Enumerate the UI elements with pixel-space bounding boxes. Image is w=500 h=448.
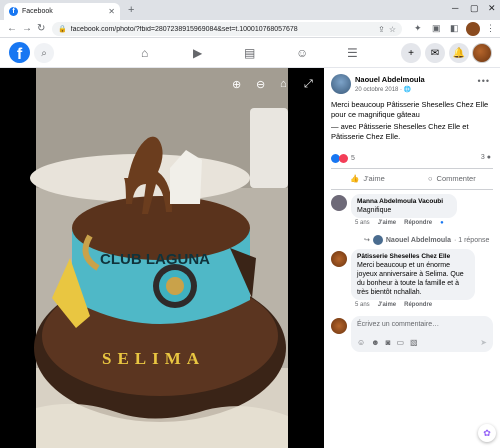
extensions-icon[interactable]: ✦ [414,23,422,34]
browser-menu-icon[interactable]: ⋮ [486,23,495,34]
post-date[interactable]: 20 octobre 2018 · 🌐 [355,86,411,93]
cake-text-selima: SELIMA [102,349,205,368]
close-window-icon[interactable]: ✕ [488,3,496,14]
caption-line-1: Merci beaucoup Pâtisserie Sheselles Chez… [331,100,489,119]
comment-bubble-icon: ● [486,154,491,161]
post-caption: Merci beaucoup Pâtisserie Sheselles Chez… [331,100,491,144]
create-button[interactable]: + [401,43,421,63]
notifications-icon[interactable]: 🔔 [449,43,469,63]
public-icon: 🌐 [403,87,412,93]
comment-count[interactable]: 3 ● [481,154,491,161]
sticker-icon[interactable]: ▧ [410,338,418,347]
send-icon[interactable]: ➤ [480,338,487,347]
account-avatar[interactable] [472,43,492,63]
comment-icon: ○ [428,174,433,183]
comment-input[interactable]: Écrivez un commentaire… [357,321,439,328]
comment-bubble: Manna Abdelmoula Vacoubi Magnifique [351,194,457,218]
browser-profile-avatar[interactable] [466,22,480,36]
author-avatar[interactable] [331,74,351,94]
marketplace-icon[interactable]: ▤ [244,46,255,60]
messenger-icon[interactable]: ✉ [425,43,445,63]
address-bar-row: ← → ↻ 🔒 facebook.com/photo/?fbid=2807238… [0,20,500,38]
reaction-count: 5 [351,155,355,162]
reply-arrow-icon: ↪ [364,237,370,244]
facebook-favicon-icon: f [9,7,18,16]
comment-text: Magnifique [357,207,392,214]
comment-reply-link[interactable]: Répondre [404,220,432,226]
thumbs-up-icon: 👍 [350,174,360,183]
sidebar-icon[interactable]: ▣ [432,23,441,34]
home-icon[interactable]: ⌂ [141,46,148,60]
comment-composer[interactable]: Écrivez un commentaire… ☺ ☻ ◙ ▭ ▧ ➤ [351,316,493,352]
share-icon[interactable]: ⇪ [378,25,385,34]
commenter-avatar[interactable] [331,251,347,267]
url-text[interactable]: facebook.com/photo/?fbid=280723891596908… [71,26,374,33]
comment-author[interactable]: Pâtisserie Sheselles Chez Elle [357,252,469,261]
cake-text-club: CLUB LAGUNA [100,251,210,268]
zoom-out-icon[interactable]: ⊖ [256,78,265,91]
comment-like-link[interactable]: J'aime [378,302,396,308]
search-icon[interactable]: ⌕ [34,43,54,63]
divider [331,168,493,169]
comment-reply-link[interactable]: Répondre [404,302,432,308]
comment-time[interactable]: 5 ans [355,220,370,226]
browser-tab[interactable]: f Facebook ✕ [4,3,120,20]
avatar-sticker-icon[interactable]: ☺ [357,338,365,347]
current-user-avatar [331,318,347,334]
photo-viewer: CLUB LAGUNA SELIMA ⊕ ⊖ ⌂ ⤢ [0,68,324,448]
comment-author[interactable]: Manna Abdelmoula Vacoubi [357,197,451,206]
caption-line-2: — avec Pâtisserie Sheselles Chez Elle et… [331,122,469,141]
facebook-top-nav: f ⌕ ⌂ ▶ ▤ ☺ ☰ + ✉ 🔔 [0,38,500,68]
tab-title: Facebook [22,8,53,15]
camera-icon[interactable]: ◙ [386,338,391,347]
comment-bubble: Pâtisserie Sheselles Chez Elle Merci bea… [351,249,475,300]
facebook-logo[interactable]: f [9,42,30,63]
maximize-icon[interactable]: ▢ [470,3,479,14]
emoji-icon[interactable]: ☻ [371,338,379,347]
close-tab-icon[interactable]: ✕ [108,7,115,16]
comment-like-link[interactable]: J'aime [378,220,396,226]
minimize-icon[interactable]: ─ [452,3,458,13]
fullscreen-icon[interactable]: ⤢ [304,78,313,91]
comment-meta: 5 ans J'aime Répondre ● [355,220,444,226]
bookmark-star-icon[interactable]: ☆ [389,25,396,34]
browser-tab-bar: f Facebook ✕ + ─ ▢ ✕ [0,0,500,20]
back-icon[interactable]: ← [7,23,17,34]
post-panel: Naouel Abdelmoula 20 octobre 2018 · 🌐 ••… [324,68,500,448]
gif-icon[interactable]: ▭ [396,338,404,347]
assistant-floating-icon[interactable]: ✿ [478,424,496,442]
like-button[interactable]: 👍 J'aime [350,174,385,183]
groups-icon[interactable]: ☺ [296,46,308,60]
cake-photo: CLUB LAGUNA SELIMA [30,68,288,448]
reply-avatar [372,235,383,245]
comment-like-reaction-icon: ● [440,220,444,226]
comment-text: Merci beaucoup et un énorme joyeux anniv… [357,262,464,296]
new-tab-button[interactable]: + [128,4,134,16]
divider [331,189,493,190]
reaction-summary[interactable]: 5 [331,154,355,163]
lock-icon: 🔒 [58,26,67,33]
menu-icon[interactable]: ☰ [347,46,358,60]
composer-tools: ☺ ☻ ◙ ▭ ▧ [357,338,418,347]
comment-time[interactable]: 5 ans [355,302,370,308]
commenter-avatar[interactable] [331,195,347,211]
forward-icon[interactable]: → [22,23,32,34]
more-options-icon[interactable]: ••• [478,76,490,86]
video-icon[interactable]: ▶ [193,46,202,60]
comment-meta: 5 ans J'aime Répondre [355,302,432,308]
split-view-icon[interactable]: ◧ [450,23,459,34]
view-replies[interactable]: ↪ Naouel Abdelmoula · 1 réponse [364,235,489,245]
comment-button[interactable]: ○ Commenter [428,174,476,183]
love-reaction-icon [339,154,348,163]
zoom-in-icon[interactable]: ⊕ [232,78,241,91]
reload-icon[interactable]: ↻ [37,23,45,34]
post-author[interactable]: Naouel Abdelmoula [355,75,425,84]
tag-icon[interactable]: ⌂ [280,78,287,90]
url-bar[interactable]: 🔒 facebook.com/photo/?fbid=2807238915969… [52,22,402,36]
